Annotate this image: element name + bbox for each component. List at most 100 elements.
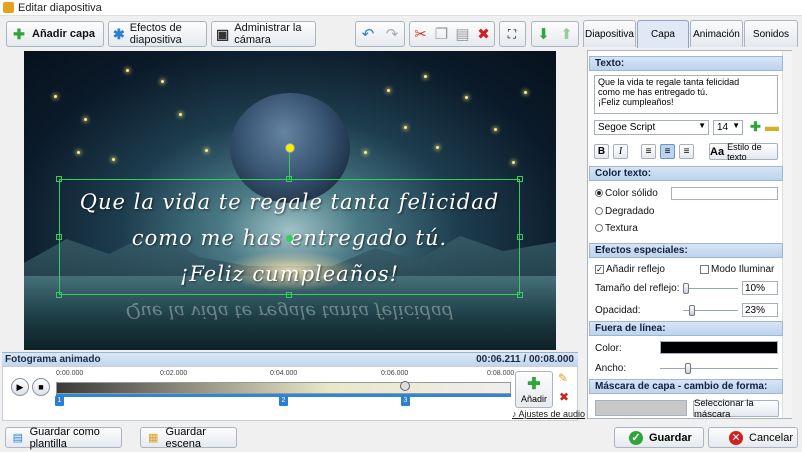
- gradient-radio[interactable]: [595, 207, 603, 215]
- keyframe-marker[interactable]: 2: [279, 396, 288, 406]
- add-reflection-checkbox[interactable]: ✓: [595, 265, 604, 274]
- template-icon: ▤: [12, 432, 23, 444]
- align-left-button[interactable]: ≡: [641, 144, 656, 159]
- panel-scrollbar[interactable]: [782, 51, 792, 418]
- copy-icon[interactable]: ❐: [431, 22, 452, 46]
- star: [465, 96, 468, 99]
- resize-handle-bl[interactable]: [56, 292, 62, 298]
- add-layer-button[interactable]: ✚ Añadir capa: [6, 21, 104, 47]
- opacity-label: Opacidad:: [595, 305, 641, 316]
- resize-handle-b[interactable]: [286, 292, 292, 298]
- reflection-size-input[interactable]: 10%: [742, 281, 778, 295]
- text-input[interactable]: Que la vida te regale tanta felicidad co…: [594, 75, 778, 114]
- resize-handle-t[interactable]: [286, 176, 292, 182]
- italic-button[interactable]: I: [613, 144, 628, 159]
- star: [364, 151, 367, 154]
- camera-icon: ▣: [216, 25, 230, 42]
- outline-width-thumb[interactable]: [685, 363, 691, 374]
- slide-effects-button[interactable]: ✱ Efectos de diapositiva: [108, 21, 207, 47]
- select-mask-button[interactable]: Seleccionar la máscara: [693, 398, 779, 420]
- align-right-button[interactable]: ≡: [679, 144, 694, 159]
- resize-handle-br[interactable]: [517, 292, 523, 298]
- tab-sounds[interactable]: Sonidos: [744, 20, 798, 47]
- resize-handle-tl[interactable]: [56, 176, 62, 182]
- reflection-size-slider[interactable]: [683, 288, 738, 289]
- decrease-size-icon[interactable]: ▬: [765, 118, 779, 134]
- save-button[interactable]: ✓ Guardar: [614, 427, 704, 448]
- reflection-size-label: Tamaño del reflejo:: [595, 283, 680, 294]
- caption-line-1: Que la vida te regale tanta felicidad: [79, 190, 500, 214]
- audio-settings-link[interactable]: ♪ Ajustes de audio: [512, 409, 585, 419]
- zoom-group[interactable]: ⛶: [499, 21, 526, 47]
- tick-label: 0:00.000: [56, 370, 84, 377]
- cancel-button[interactable]: ✕ Cancelar: [708, 427, 798, 448]
- text-color-swatch[interactable]: [671, 187, 778, 200]
- slide-canvas[interactable]: Que la vida te regale tanta felicidad Qu…: [24, 51, 556, 350]
- font-value: Segoe Script: [598, 122, 656, 133]
- font-size-select[interactable]: 14 ▼: [713, 120, 743, 135]
- save-scene-button[interactable]: ▦ Guardar escena: [140, 426, 237, 450]
- star: [54, 95, 57, 98]
- resize-handle-tr[interactable]: [517, 176, 523, 182]
- manage-camera-button[interactable]: ▣ Administrar la cámara: [211, 21, 316, 47]
- increase-size-icon[interactable]: ✚: [750, 119, 761, 135]
- delete-keyframe-icon[interactable]: ✖: [559, 390, 569, 404]
- align-center-button[interactable]: ≡: [660, 144, 675, 159]
- save-template-button[interactable]: ▤ Guardar como plantilla: [5, 425, 122, 450]
- tab-slide[interactable]: Diapositiva: [583, 20, 636, 47]
- playhead[interactable]: [400, 381, 410, 391]
- gradient-label: Degradado: [605, 206, 655, 217]
- check-icon: ✓: [629, 430, 643, 445]
- texture-radio[interactable]: [595, 224, 603, 232]
- opacity-thumb[interactable]: [689, 305, 695, 316]
- edit-keyframe-icon[interactable]: ✎: [558, 371, 568, 385]
- align-right-icon: ≡: [683, 146, 690, 157]
- move-up-icon[interactable]: ⬆: [555, 22, 578, 46]
- paste-icon[interactable]: ▤: [452, 22, 473, 46]
- cut-icon[interactable]: ✂: [410, 22, 431, 46]
- align-center-icon: ≡: [664, 146, 671, 157]
- stop-icon: ■: [38, 382, 44, 392]
- illuminate-checkbox[interactable]: [700, 265, 709, 274]
- keyframe-marker[interactable]: 1: [55, 396, 64, 406]
- stop-button[interactable]: ■: [32, 378, 50, 396]
- tab-animation[interactable]: Animación: [690, 20, 743, 47]
- keyframe-marker[interactable]: 3: [401, 396, 410, 406]
- font-select[interactable]: Segoe Script ▼: [594, 120, 709, 135]
- redo-icon[interactable]: ↷: [380, 22, 404, 46]
- timeline-track[interactable]: [56, 382, 511, 394]
- tick-label: 0:08.000: [487, 370, 515, 377]
- undo-redo-group: ↶ ↷: [355, 21, 405, 47]
- rotation-handle[interactable]: [285, 143, 295, 153]
- order-group: ⬇ ⬆: [531, 21, 579, 47]
- undo-icon[interactable]: ↶: [356, 22, 380, 46]
- delete-icon[interactable]: ✖: [473, 22, 494, 46]
- text-style-icon: Aa: [710, 145, 725, 158]
- text-style-button[interactable]: Aa Estilo de texto: [709, 142, 778, 162]
- tick-label: 0:02.000: [160, 370, 188, 377]
- star: [494, 128, 497, 131]
- anchor-point[interactable]: [286, 235, 293, 242]
- scene-icon: ▦: [148, 432, 159, 444]
- audio-settings-label: Ajustes de audio: [518, 409, 586, 419]
- mask-preview: [595, 400, 687, 416]
- save-template-label: Guardar como plantilla: [29, 425, 100, 450]
- reflection-size-thumb[interactable]: [683, 283, 689, 294]
- rotation-line: [289, 151, 290, 179]
- texture-label: Textura: [605, 223, 638, 234]
- bold-button[interactable]: B: [594, 144, 609, 159]
- tab-layer[interactable]: Capa: [637, 20, 689, 48]
- outline-color-swatch[interactable]: [660, 341, 778, 354]
- illuminate-label: Modo Iluminar: [711, 264, 775, 275]
- solid-color-radio[interactable]: [595, 189, 603, 197]
- opacity-input[interactable]: 23%: [742, 303, 778, 317]
- star: [112, 158, 115, 161]
- section-text: Texto:: [589, 56, 783, 71]
- app-icon: [3, 2, 14, 13]
- move-down-icon[interactable]: ⬇: [532, 22, 555, 46]
- effects-icon: ✱: [113, 25, 125, 42]
- play-button[interactable]: ▶: [11, 378, 29, 396]
- outline-width-slider[interactable]: [660, 368, 778, 369]
- add-keyframe-button[interactable]: ✚ Añadir: [515, 371, 553, 408]
- add-reflection-label: Añadir reflejo: [606, 264, 665, 275]
